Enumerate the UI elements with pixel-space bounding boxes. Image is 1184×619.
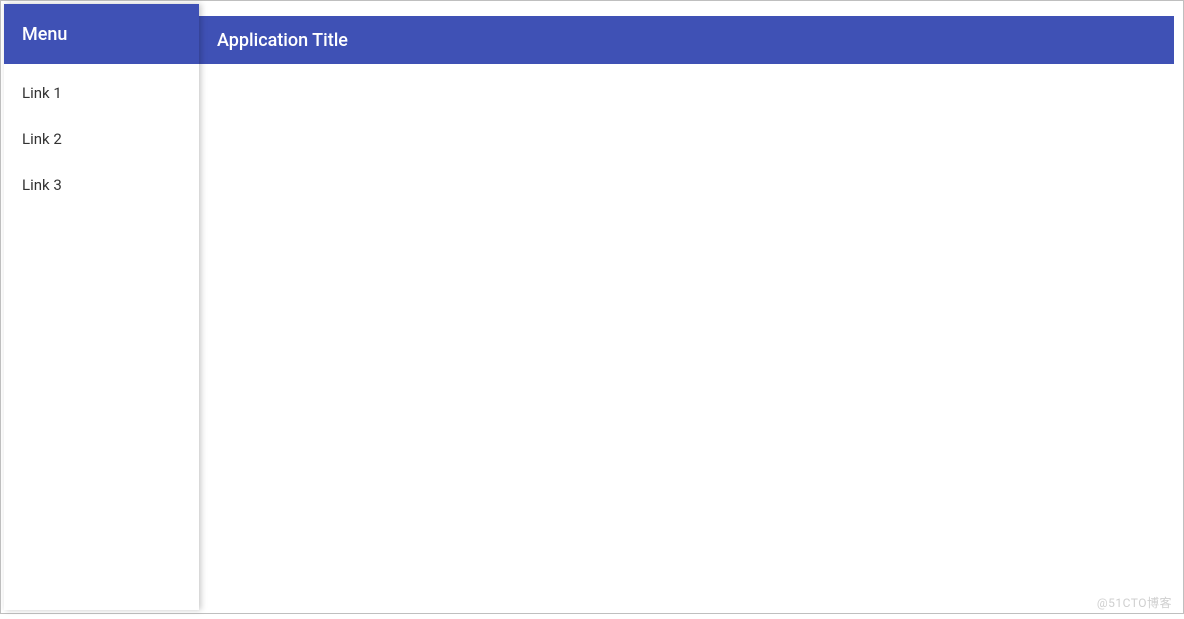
drawer-link-2[interactable]: Link 2 xyxy=(4,116,199,162)
side-drawer: Menu Link 1 Link 2 Link 3 xyxy=(4,4,199,610)
app-frame: Application Title Menu Link 1 Link 2 Lin… xyxy=(0,0,1184,614)
drawer-link-3[interactable]: Link 3 xyxy=(4,162,199,208)
app-header: Application Title xyxy=(199,16,1174,64)
app-inner: Application Title Menu Link 1 Link 2 Lin… xyxy=(4,4,1180,610)
drawer-links: Link 1 Link 2 Link 3 xyxy=(4,64,199,208)
watermark-text: @51CTO博客 xyxy=(1097,594,1172,611)
app-title: Application Title xyxy=(217,30,348,51)
drawer-link-1[interactable]: Link 1 xyxy=(4,70,199,116)
drawer-title: Menu xyxy=(4,4,199,64)
